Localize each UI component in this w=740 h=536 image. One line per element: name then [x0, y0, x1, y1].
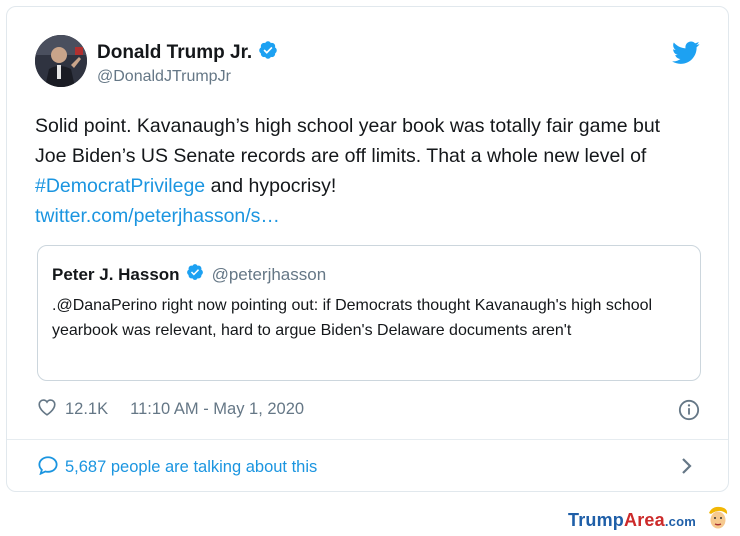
timestamp[interactable]: 11:10 AM - May 1, 2020	[130, 400, 304, 419]
quoted-author-name: Peter J. Hasson	[52, 264, 180, 284]
quoted-author-row: Peter J. Hasson @peterjhasson	[52, 263, 326, 286]
quoted-text: .@DanaPerino right now pointing out: if …	[52, 297, 653, 339]
divider	[7, 439, 728, 440]
comment-icon	[37, 455, 59, 480]
info-icon[interactable]	[678, 399, 700, 421]
brand-part2: Area	[624, 510, 665, 530]
tweet-url-link[interactable]: twitter.com/peterjhasson/s…	[35, 205, 280, 227]
tweet-card: Donald Trump Jr. @DonaldJTrumpJr Solid p…	[6, 6, 729, 492]
author-name-row[interactable]: Donald Trump Jr.	[97, 40, 278, 66]
brand-suffix: .com	[664, 514, 696, 529]
conversation-link[interactable]: 5,687 people are talking about this	[37, 455, 317, 480]
tweet-text: Solid point. Kavanaugh’s high school yea…	[35, 111, 695, 231]
verified-badge-icon	[186, 263, 204, 286]
tweet-meta: 12.1K 11:10 AM - May 1, 2020	[37, 398, 304, 421]
tweet-body: Solid point. Kavanaugh’s high school yea…	[35, 115, 661, 167]
tweet-body-end: and hypocrisy!	[205, 175, 337, 197]
author-name[interactable]: Donald Trump Jr.	[97, 42, 252, 64]
chevron-right-icon[interactable]	[680, 457, 694, 475]
cartoon-face-icon	[706, 505, 730, 536]
watermark: TrumpArea.com	[568, 505, 730, 536]
watermark-brand: TrumpArea.com	[568, 510, 696, 531]
hashtag-link[interactable]: #DemocratPrivilege	[35, 175, 205, 197]
twitter-bird-icon[interactable]	[672, 41, 700, 65]
brand-part1: Trump	[568, 510, 625, 530]
heart-icon[interactable]	[37, 398, 57, 421]
avatar[interactable]	[35, 35, 87, 87]
verified-badge-icon	[258, 40, 278, 66]
conversation-label[interactable]: 5,687 people are talking about this	[65, 458, 317, 477]
quoted-author-handle: @peterjhasson	[211, 264, 327, 284]
like-count[interactable]: 12.1K	[65, 400, 108, 419]
author-handle[interactable]: @DonaldJTrumpJr	[97, 68, 231, 86]
quoted-tweet[interactable]: Peter J. Hasson @peterjhasson .@DanaPeri…	[37, 245, 701, 381]
